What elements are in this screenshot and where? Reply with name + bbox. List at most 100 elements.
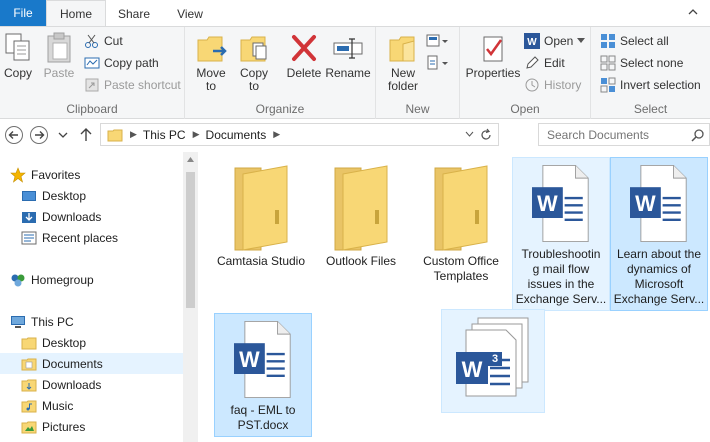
nav-recent-places-label: Recent places <box>42 230 119 245</box>
new-folder-icon <box>389 36 415 62</box>
forward-button[interactable] <box>29 125 49 145</box>
pictures-folder-icon <box>21 421 37 433</box>
up-button[interactable] <box>78 125 94 145</box>
nav-pc-music[interactable]: Music <box>21 395 73 416</box>
word-document-icon: W <box>234 320 291 399</box>
tab-file[interactable]: File <box>0 0 46 26</box>
recent-locations-icon[interactable] <box>56 125 70 145</box>
breadcrumb-separator-icon: ▶ <box>130 129 137 139</box>
copy-path-label: Copy path <box>104 56 159 70</box>
address-history-icon[interactable] <box>465 131 474 138</box>
drag-count-badge: 3 <box>491 353 499 365</box>
scroll-thumb[interactable] <box>186 172 195 308</box>
ribbon: Copy Paste Cut Copy path Paste shortcut … <box>0 26 710 119</box>
edit-button[interactable]: Edit <box>524 53 565 73</box>
search-input[interactable] <box>547 128 687 142</box>
open-button[interactable]: W Open <box>524 31 586 51</box>
move-to-icon <box>197 36 227 62</box>
move-to-label-2: to <box>205 79 216 93</box>
rename-button[interactable]: Rename <box>325 31 371 80</box>
cut-button[interactable]: Cut <box>84 31 123 51</box>
svg-text:W: W <box>239 347 260 372</box>
item-label: Camtasia Studio <box>216 254 306 268</box>
breadcrumb-this-pc[interactable]: This PC <box>143 128 186 142</box>
word-document-icon: W <box>532 164 589 243</box>
nav-pc-desktop[interactable]: Desktop <box>21 332 86 353</box>
nav-pc-documents[interactable]: Documents <box>0 353 183 374</box>
paste-shortcut-button[interactable]: Paste shortcut <box>84 75 181 95</box>
copy-button[interactable]: Copy <box>3 31 33 80</box>
item-label-line: Exchange Serv... <box>515 292 607 306</box>
nav-this-pc-label: This PC <box>31 314 74 329</box>
music-folder-icon <box>21 400 37 412</box>
navigation-pane: Favorites Desktop Downloads Recent place… <box>0 152 198 442</box>
tab-home[interactable]: Home <box>46 0 106 27</box>
nav-favorites[interactable]: Favorites <box>10 164 80 185</box>
folder-item[interactable]: Camtasia Studio <box>212 156 310 272</box>
easy-access-icon[interactable] <box>426 55 448 71</box>
nav-this-pc[interactable]: This PC <box>10 311 74 332</box>
tab-share[interactable]: Share <box>106 0 162 27</box>
breadcrumb-documents[interactable]: Documents <box>206 128 267 142</box>
nav-pane-scrollbar[interactable] <box>183 152 198 442</box>
nav-pc-downloads-label: Downloads <box>42 377 102 392</box>
folder-item[interactable]: Custom Office Templates <box>412 156 510 287</box>
paste-button[interactable]: Paste <box>42 31 76 80</box>
cut-label: Cut <box>104 34 123 48</box>
scroll-up-icon[interactable] <box>186 156 195 163</box>
move-to-button[interactable]: Move to <box>193 31 229 93</box>
copy-to-button[interactable]: Copy to <box>236 31 272 93</box>
item-label-line: faq - EML to <box>230 403 296 417</box>
select-none-button[interactable]: Select none <box>600 53 683 73</box>
item-label-line: Microsoft <box>634 277 684 291</box>
copy-path-button[interactable]: Copy path <box>84 53 159 73</box>
item-label-line: Templates <box>433 269 489 283</box>
svg-text:W: W <box>537 191 558 216</box>
downloads-icon <box>22 211 36 223</box>
new-item-icon[interactable] <box>426 33 448 49</box>
nav-pc-desktop-label: Desktop <box>42 335 87 350</box>
nav-homegroup[interactable]: Homegroup <box>10 269 94 290</box>
rename-label: Rename <box>325 66 371 80</box>
address-bar[interactable]: ▶ This PC ▶ Documents ▶ <box>100 123 499 146</box>
new-group: New folder New <box>376 27 460 119</box>
history-button[interactable]: History <box>524 75 581 95</box>
tab-view[interactable]: View <box>162 0 218 27</box>
select-all-button[interactable]: Select all <box>600 31 669 51</box>
word-open-icon: W <box>524 33 540 49</box>
invert-selection-icon <box>600 77 616 93</box>
history-label: History <box>544 78 582 92</box>
nav-downloads-label: Downloads <box>42 209 102 224</box>
nav-recent-places[interactable]: Recent places <box>21 227 118 248</box>
nav-desktop-label: Desktop <box>42 188 87 203</box>
properties-button[interactable]: Properties <box>464 31 522 80</box>
nav-desktop[interactable]: Desktop <box>21 185 86 206</box>
invert-selection-button[interactable]: Invert selection <box>600 75 701 95</box>
open-label: Open <box>544 34 574 48</box>
document-item[interactable]: W Troubleshootin g mail flow issues in t… <box>512 157 610 311</box>
folder-item[interactable]: Outlook Files <box>312 156 410 272</box>
document-item[interactable]: W faq - EML to PST.docx <box>214 313 312 437</box>
nav-pc-documents-label: Documents <box>42 356 103 371</box>
nav-pc-music-label: Music <box>42 398 74 413</box>
properties-icon <box>483 36 503 62</box>
nav-pc-downloads[interactable]: Downloads <box>21 374 101 395</box>
refresh-icon[interactable] <box>479 128 493 142</box>
select-none-icon <box>600 55 616 71</box>
new-folder-button[interactable]: New folder <box>384 31 422 93</box>
clipboard-group-label: Clipboard <box>66 102 118 116</box>
nav-pc-pictures[interactable]: Pictures <box>21 416 85 437</box>
paste-icon <box>47 32 71 63</box>
search-box[interactable] <box>538 123 710 146</box>
recent-places-icon <box>21 231 37 244</box>
back-button[interactable] <box>4 125 24 145</box>
navigation-bar: ▶ This PC ▶ Documents ▶ <box>0 119 710 152</box>
svg-text:W: W <box>527 37 537 48</box>
search-icon[interactable] <box>691 128 705 142</box>
ribbon-collapse-icon[interactable] <box>688 7 698 17</box>
breadcrumb-separator-icon: ▶ <box>192 129 200 139</box>
nav-downloads[interactable]: Downloads <box>21 206 101 227</box>
paste-shortcut-label: Paste shortcut <box>104 78 181 92</box>
delete-button[interactable]: Delete <box>285 31 323 80</box>
document-item[interactable]: W Learn about the dynamics of Microsoft … <box>610 157 708 311</box>
